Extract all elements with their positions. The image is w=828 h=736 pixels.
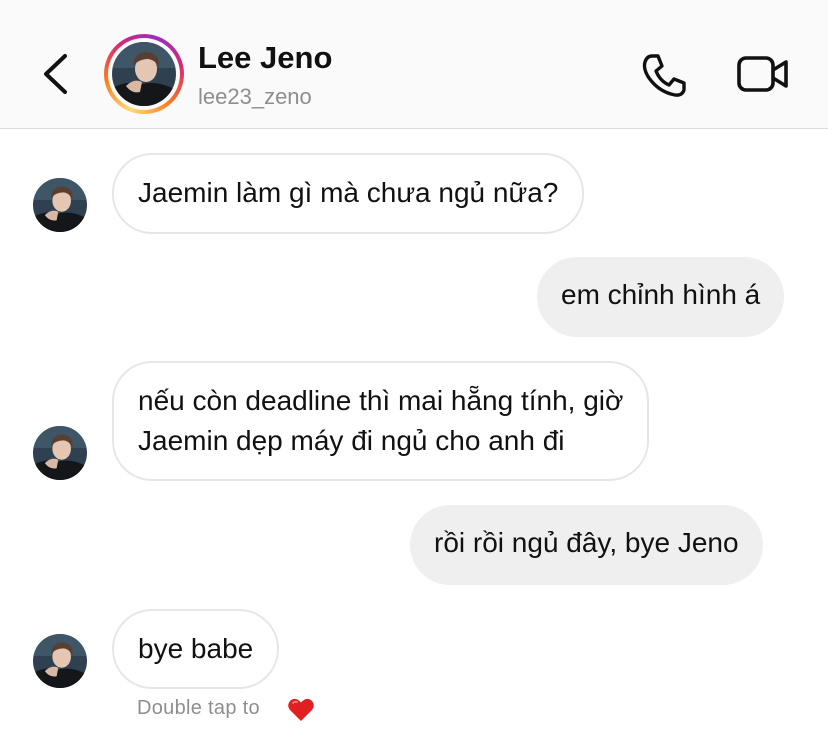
double-tap-hint: Double tap to [137,697,260,719]
back-button[interactable] [38,48,78,100]
incoming-message-bubble[interactable]: bye babe [112,609,280,689]
sender-avatar[interactable] [33,426,87,480]
message-text: bye babe [138,633,254,664]
sender-avatar[interactable] [33,634,87,688]
contact-username: lee23_zeno [198,84,312,109]
incoming-message-bubble[interactable]: Jaemin làm gì mà chưa ngủ nữa? [112,153,585,234]
outgoing-message-bubble[interactable]: rồi rồi ngủ đây, bye Jeno [410,505,763,585]
sender-avatar[interactable] [33,178,87,232]
message-text-line: nếu còn deadline thì mai hẵng tính, giờ [138,385,624,416]
phone-icon [642,54,686,97]
video-call-button[interactable] [736,52,790,96]
contact-name[interactable]: Lee Jeno [198,40,332,76]
voice-call-button[interactable] [638,50,690,100]
message-text: Jaemin làm gì mà chưa ngủ nữa? [138,177,559,208]
incoming-message-bubble[interactable]: nếu còn deadline thì mai hẵng tính, giờ … [112,361,650,481]
message-text: em chỉnh hình á [561,279,761,310]
chevron-left-icon [44,54,67,94]
outgoing-message-bubble[interactable]: em chỉnh hình á [537,257,785,337]
video-camera-icon [737,56,788,92]
message-text: rồi rồi ngủ đây, bye Jeno [434,527,739,558]
chat-header: Lee Jeno lee23_zeno [0,0,828,129]
avatar [112,42,176,106]
profile-avatar-story-ring[interactable] [104,34,184,114]
message-text-line: Jaemin dẹp máy đi ngủ cho anh đi [138,425,565,456]
heart-icon[interactable] [287,697,315,723]
